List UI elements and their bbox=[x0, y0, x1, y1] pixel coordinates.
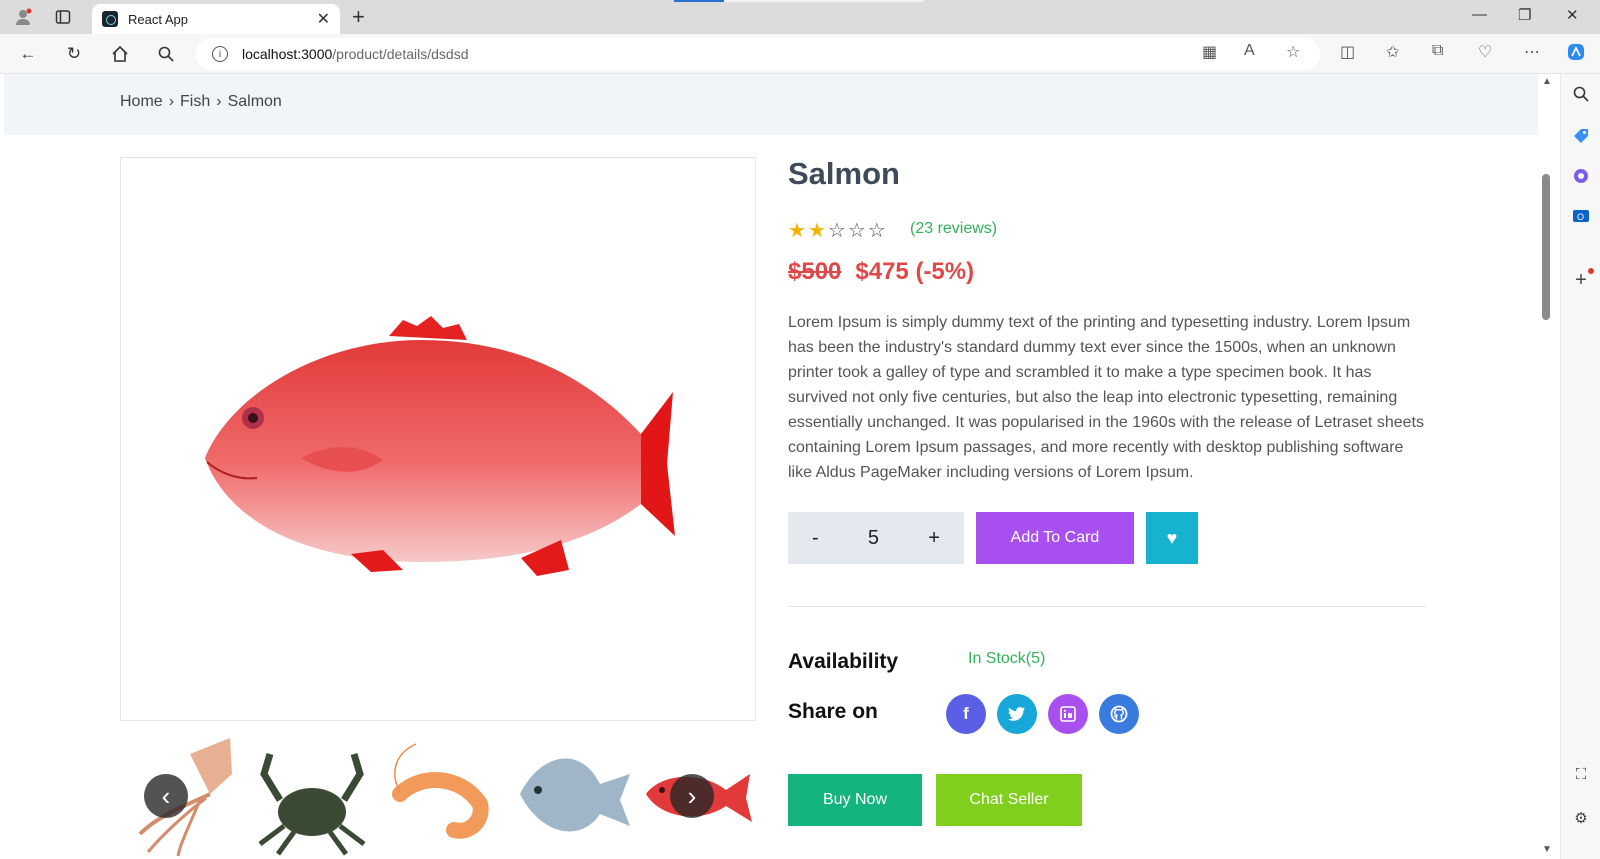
quantity-stepper: - 5 + bbox=[788, 512, 964, 564]
favorite-star-icon[interactable]: ☆ bbox=[1286, 42, 1300, 62]
screenshot-icon[interactable]: ⛶ bbox=[1571, 764, 1591, 784]
availability-value: In Stock(5) bbox=[968, 650, 1046, 667]
more-menu-icon[interactable]: ⋯ bbox=[1524, 42, 1540, 62]
close-window-icon[interactable]: ✕ bbox=[1566, 6, 1579, 24]
quantity-value: 5 bbox=[867, 526, 880, 549]
sidebar-search-icon[interactable] bbox=[1571, 84, 1591, 104]
breadcrumb-bar: Home › Fish › Salmon bbox=[4, 74, 1538, 135]
home-icon[interactable] bbox=[108, 42, 132, 66]
twitter-icon[interactable] bbox=[997, 694, 1037, 734]
star-empty-icon: ☆ bbox=[867, 220, 886, 242]
heart-icon: ♥ bbox=[1166, 527, 1178, 548]
quantity-decrease-button[interactable]: - bbox=[812, 527, 819, 550]
availability-label: Availability bbox=[788, 650, 899, 673]
new-price: $475 (-5%) bbox=[855, 258, 975, 285]
facebook-icon[interactable]: f bbox=[946, 694, 986, 734]
tab-title: React App bbox=[128, 11, 188, 27]
svg-text:O: O bbox=[1577, 212, 1584, 222]
profile-icon[interactable] bbox=[12, 6, 34, 28]
copilot-icon[interactable] bbox=[1566, 42, 1586, 67]
reviews-link[interactable]: (23 reviews) bbox=[910, 220, 997, 238]
linkedin-icon[interactable] bbox=[1048, 694, 1088, 734]
outlook-icon[interactable]: O bbox=[1571, 206, 1591, 226]
app-available-icon[interactable]: ▦ bbox=[1202, 42, 1217, 62]
tab-strip-indicator bbox=[674, 0, 724, 2]
browser-essentials-icon[interactable]: ♡ bbox=[1478, 42, 1492, 62]
settings-gear-icon[interactable]: ⚙ bbox=[1571, 808, 1591, 828]
split-screen-icon[interactable]: ◫ bbox=[1340, 42, 1355, 62]
add-to-cart-button[interactable]: Add To Card bbox=[976, 512, 1134, 564]
thumbnail-shrimp[interactable] bbox=[380, 734, 504, 859]
carousel-prev-icon[interactable]: ‹ bbox=[144, 774, 188, 818]
share-label: Share on bbox=[788, 700, 878, 723]
carousel-next-icon[interactable]: › bbox=[670, 774, 714, 818]
breadcrumb-home[interactable]: Home bbox=[120, 93, 163, 111]
product-page: Home › Fish › Salmon ‹ › Salmon ★ ★ ☆ ☆ … bbox=[4, 74, 1538, 859]
scroll-up-icon[interactable]: ▲ bbox=[1542, 76, 1552, 87]
breadcrumb: Home › Fish › Salmon bbox=[120, 93, 282, 111]
tab-react-app[interactable]: React App ✕ bbox=[92, 4, 340, 34]
copilot-sidebar-icon[interactable] bbox=[1571, 166, 1591, 186]
buy-now-button[interactable]: Buy Now bbox=[788, 774, 922, 826]
restore-icon[interactable]: ❐ bbox=[1518, 6, 1531, 24]
quantity-increase-button[interactable]: + bbox=[928, 527, 940, 550]
breadcrumb-separator: › bbox=[216, 93, 222, 110]
wishlist-button[interactable]: ♥ bbox=[1146, 512, 1198, 564]
browser-sidebar: O + ⛶ ⚙ bbox=[1560, 74, 1600, 859]
react-favicon-icon bbox=[102, 11, 118, 27]
close-tab-icon[interactable]: ✕ bbox=[317, 9, 330, 29]
minimize-icon[interactable]: — bbox=[1472, 6, 1487, 23]
star-filled-icon: ★ bbox=[807, 220, 826, 242]
url-path: /product/details/dsdsd bbox=[332, 46, 469, 62]
breadcrumb-salmon: Salmon bbox=[227, 93, 282, 110]
url-host: localhost:3000 bbox=[242, 46, 333, 62]
product-description: Lorem Ipsum is simply dummy text of the … bbox=[788, 314, 1424, 481]
breadcrumb-separator: › bbox=[168, 93, 175, 110]
back-icon[interactable]: ← bbox=[16, 42, 40, 66]
collections-icon[interactable]: ⧉ bbox=[1432, 42, 1443, 60]
section-divider bbox=[788, 606, 1426, 607]
new-tab-icon[interactable]: + bbox=[352, 4, 365, 30]
refresh-icon[interactable]: ↻ bbox=[62, 42, 86, 66]
tab-strip-indicator-light bbox=[724, 0, 924, 2]
scroll-down-icon[interactable]: ▼ bbox=[1542, 844, 1552, 855]
github-icon[interactable] bbox=[1099, 694, 1139, 734]
rating-stars: ★ ★ ☆ ☆ ☆ bbox=[788, 218, 886, 243]
tab-actions-icon[interactable] bbox=[52, 6, 74, 28]
site-info-icon[interactable]: i bbox=[212, 46, 228, 62]
star-empty-icon: ☆ bbox=[827, 220, 846, 242]
search-icon[interactable] bbox=[154, 42, 178, 66]
star-empty-icon: ☆ bbox=[847, 220, 866, 242]
chat-seller-button[interactable]: Chat Seller bbox=[936, 774, 1082, 826]
scroll-thumb[interactable] bbox=[1542, 174, 1550, 320]
url-field[interactable]: i localhost:3000 /product/details/dsdsd bbox=[196, 38, 1320, 70]
notification-dot bbox=[1588, 268, 1594, 274]
address-toolbar: ← ↻ i localhost:3000 /product/details/ds… bbox=[0, 34, 1600, 74]
thumbnail-crab[interactable] bbox=[250, 734, 374, 859]
breadcrumb-fish[interactable]: Fish bbox=[180, 93, 210, 111]
old-price: $500 bbox=[788, 258, 842, 285]
thumbnail-strip bbox=[120, 734, 752, 859]
shopping-tag-icon[interactable] bbox=[1571, 126, 1591, 146]
favorites-icon[interactable]: ✩ bbox=[1386, 42, 1399, 62]
browser-tab-bar: React App ✕ + — ❐ ✕ bbox=[0, 0, 1600, 34]
price-block: $500 $475 (-5%) bbox=[788, 258, 974, 286]
star-filled-icon: ★ bbox=[788, 220, 806, 242]
read-aloud-icon[interactable]: A bbox=[1244, 42, 1255, 60]
main-product-image bbox=[120, 157, 756, 721]
product-title: Salmon bbox=[788, 156, 900, 191]
thumbnail-pomfret[interactable] bbox=[510, 734, 634, 859]
